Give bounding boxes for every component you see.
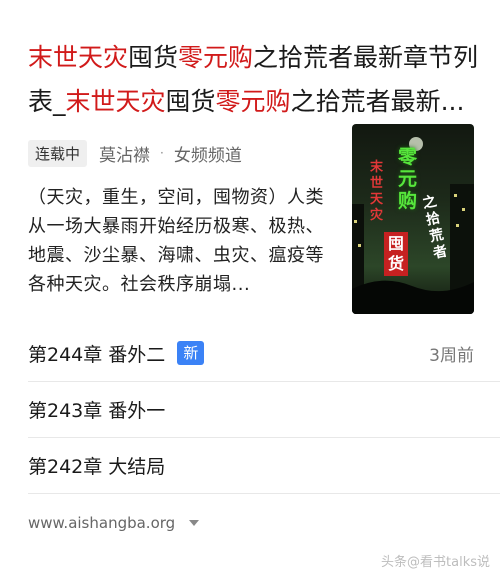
row-divider: [28, 437, 500, 438]
category-label[interactable]: 女频频道: [174, 141, 242, 166]
meta-separator: ·: [160, 146, 164, 160]
title-keyword: 末世天灾: [28, 43, 129, 72]
book-meta: 连载中 莫沾襟 · 女频频道: [28, 138, 242, 168]
update-time: 3周前: [429, 345, 474, 366]
chapter-row[interactable]: 第243章 番外一: [28, 389, 474, 429]
watermark: 头条@看书talks说: [381, 555, 490, 570]
chapter-row[interactable]: 第242章 大结局: [28, 445, 474, 485]
new-badge: 新: [177, 341, 205, 365]
cover-title-left: 末世天灾: [370, 160, 384, 223]
title-keyword: 末世天灾: [65, 87, 166, 116]
source-site[interactable]: www.aishangba.org: [28, 514, 200, 532]
book-description: （天灾，重生，空间，囤物资）人类从一场大暴雨开始经历极寒、极热、地震、沙尘暴、海…: [28, 187, 324, 295]
title-text: 之拾荒者最新...: [290, 87, 465, 116]
title-keyword: 零元购: [215, 87, 291, 116]
row-divider: [28, 493, 500, 494]
cover-title-hoard: 囤货: [384, 232, 408, 276]
site-url: www.aishangba.org: [28, 514, 176, 532]
chapter-row[interactable]: 第244章 番外二 新 3周前: [28, 333, 474, 373]
result-title[interactable]: 末世天灾囤货零元购之拾荒者最新章节列表_末世天灾囤货零元购之拾荒者最新...: [28, 36, 484, 124]
title-keyword: 零元购: [178, 43, 254, 72]
chapter-title: 第244章 番外二: [28, 343, 166, 366]
row-divider: [28, 381, 500, 382]
title-text: 囤货: [128, 43, 179, 72]
author-name[interactable]: 莫沾襟: [99, 141, 150, 166]
chapter-title: 第242章 大结局: [28, 455, 166, 478]
chevron-down-icon[interactable]: [189, 520, 200, 526]
chapter-title: 第243章 番外一: [28, 399, 166, 422]
cover-title-main: 零元购: [398, 146, 418, 212]
book-cover[interactable]: 零元购 末世天灾 囤货 之拾荒者: [352, 124, 474, 314]
title-text: 囤货: [165, 87, 216, 116]
status-badge: 连载中: [28, 139, 88, 167]
